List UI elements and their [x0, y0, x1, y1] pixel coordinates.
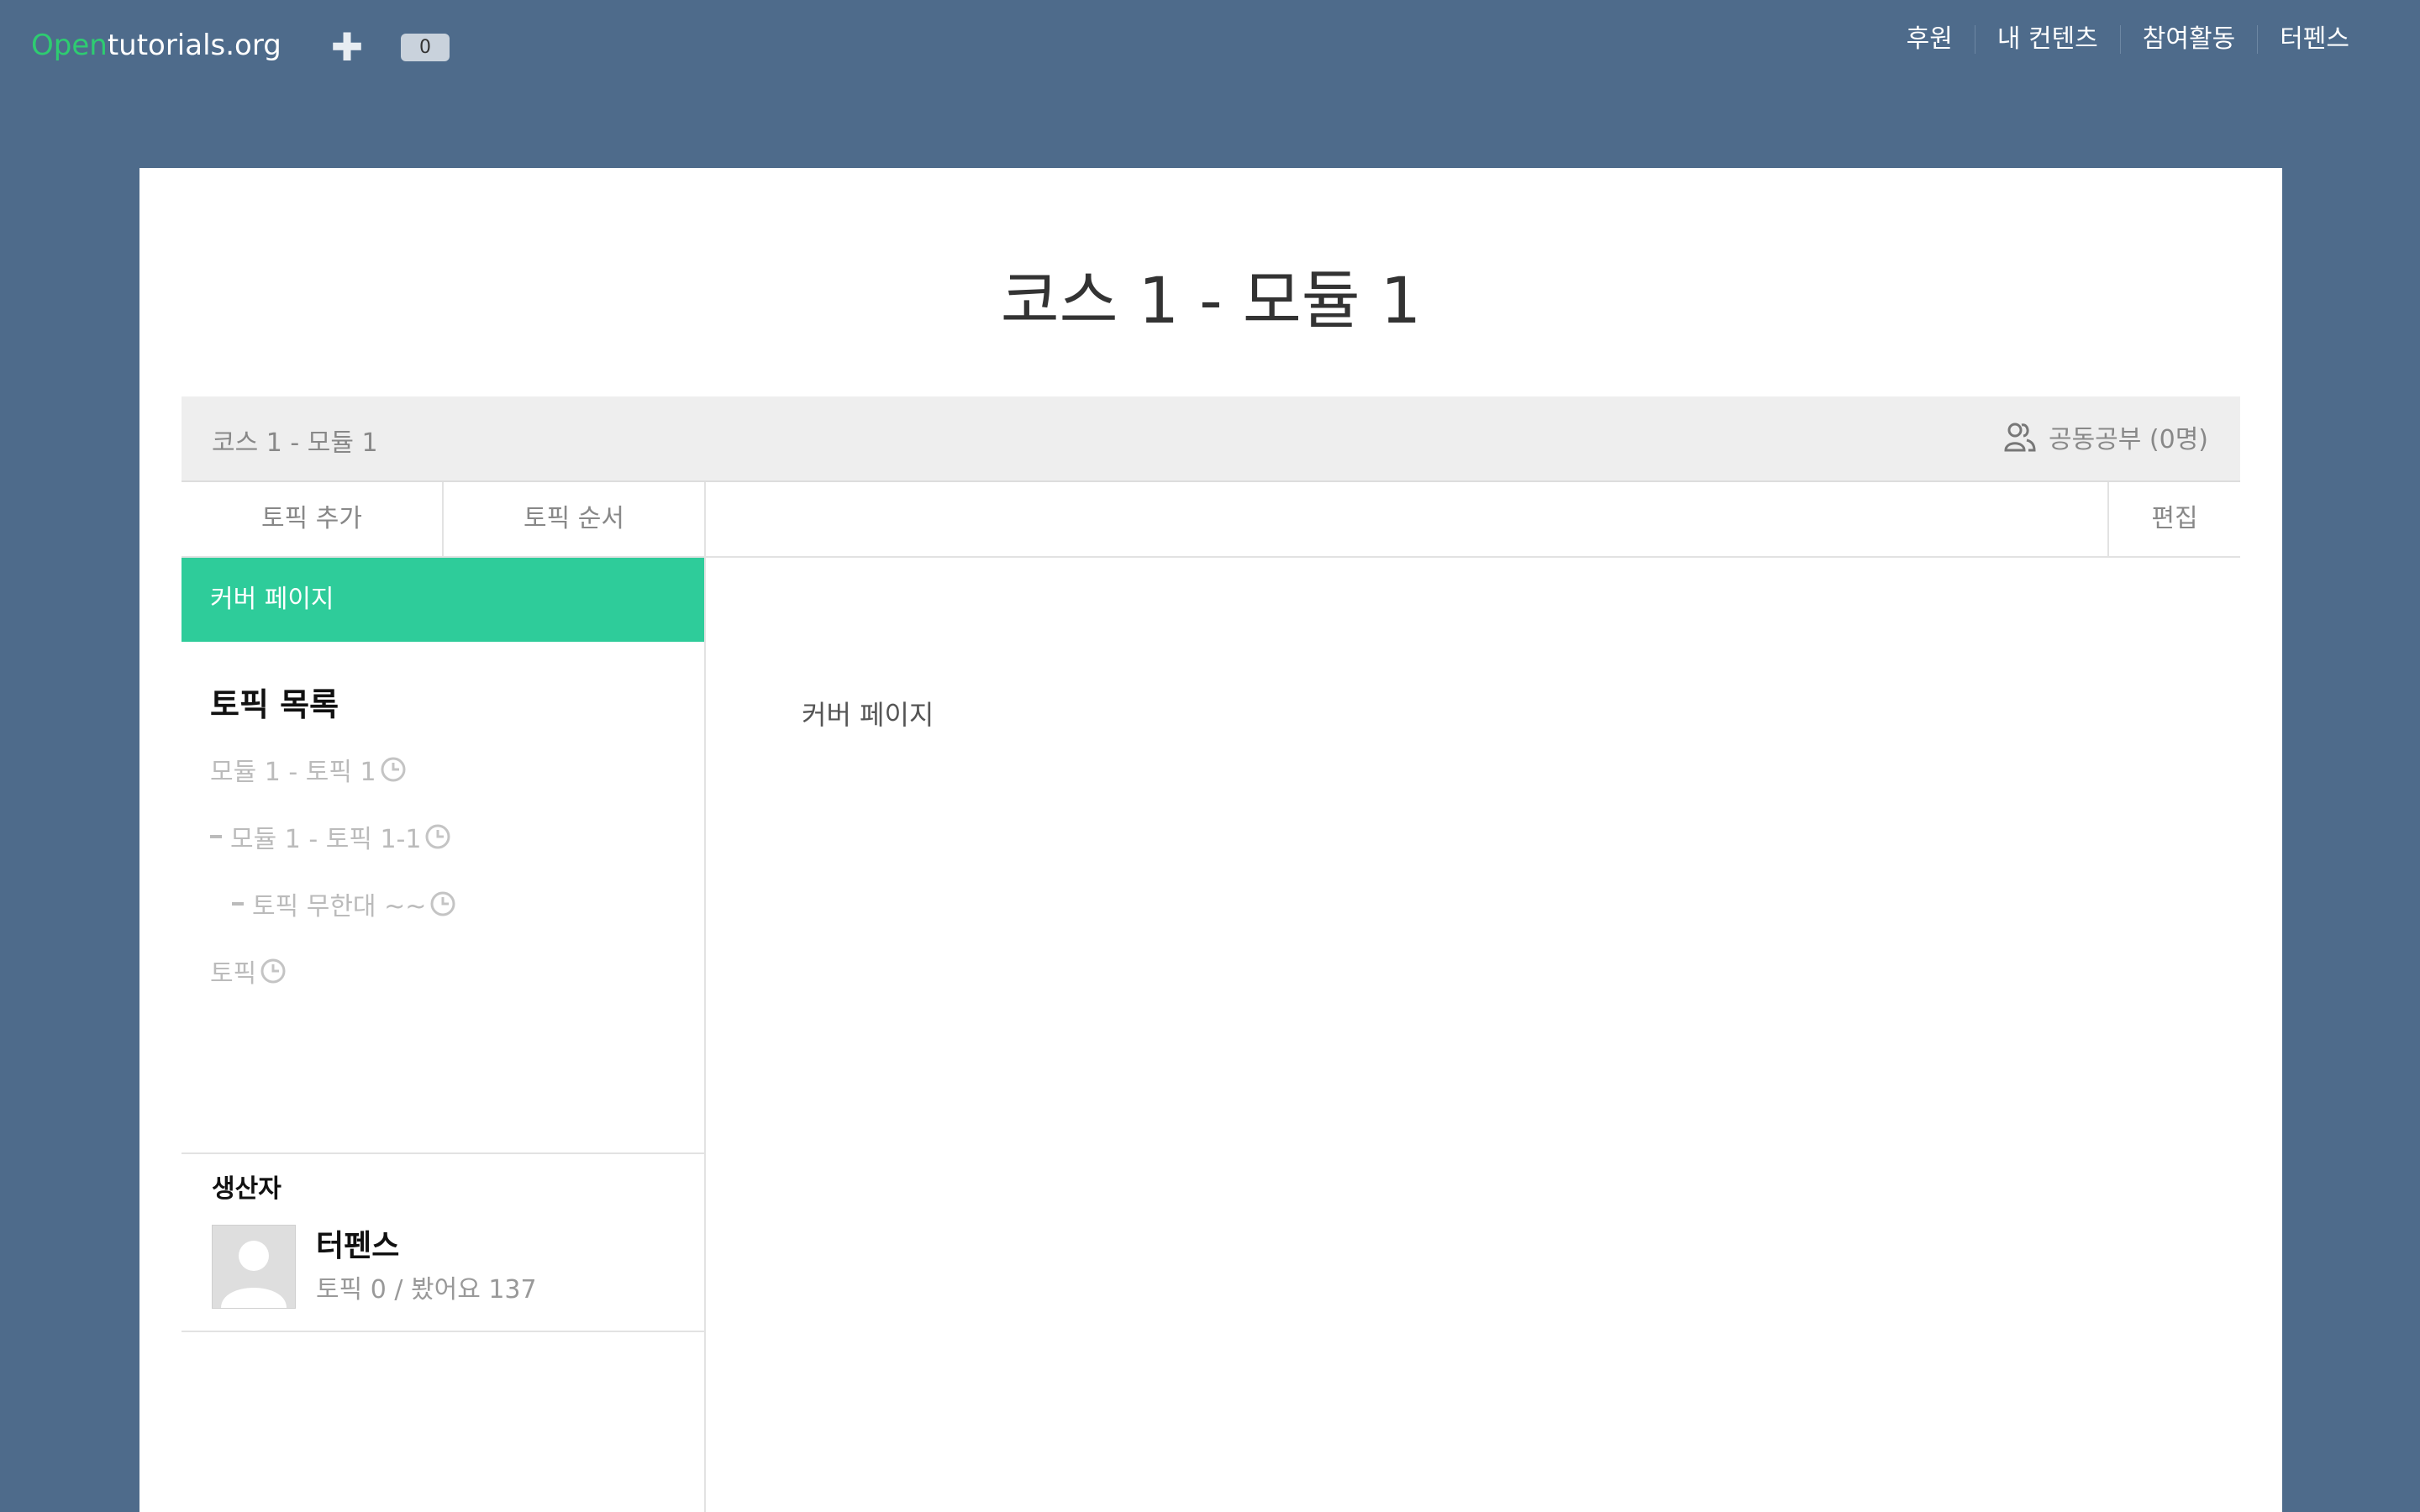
clock-icon: [430, 891, 455, 916]
topic-order-tab[interactable]: 토픽 순서: [444, 482, 706, 556]
nav-my-contents[interactable]: 내 컨텐츠: [1975, 20, 2120, 59]
clock-icon: [260, 958, 286, 984]
nav-activity[interactable]: 참여활동: [2121, 20, 2257, 59]
tab-bar: 토픽 추가 토픽 순서 편집: [182, 482, 2240, 558]
nav-user[interactable]: 터펜스: [2258, 20, 2371, 59]
site-logo[interactable]: Opentutorials.org: [31, 29, 281, 62]
default-avatar-icon: [213, 1226, 295, 1308]
topic-item[interactable]: 모듈 1 - 토픽 1: [210, 751, 407, 788]
creator-name[interactable]: 터펜스: [316, 1221, 399, 1265]
content-body-text: 커버 페이지: [802, 699, 934, 731]
topic-item[interactable]: 토픽: [210, 953, 287, 990]
creator-section: 생산자 터펜스 토픽 0 / 봤어요 137: [182, 1152, 704, 1332]
nav-sponsor[interactable]: 후원: [1885, 20, 1975, 59]
clock-icon: [425, 824, 450, 849]
topic-label: 토픽: [210, 959, 257, 989]
topic-label: 모듈 1 - 토픽 1: [210, 758, 376, 787]
cover-page-label: 커버 페이지: [210, 585, 334, 614]
cover-page-item[interactable]: 커버 페이지: [182, 558, 704, 642]
clock-icon: [381, 757, 406, 782]
users-icon: [2004, 423, 2036, 452]
topic-item[interactable]: 토픽 무한대 ~~: [232, 885, 456, 922]
logo-open-text: Open: [31, 29, 108, 62]
indent-dash: [232, 902, 244, 906]
study-together-button[interactable]: 공동공부 (0명): [2003, 418, 2208, 455]
study-label: 공동공부 (0명): [2048, 425, 2208, 454]
notification-counter[interactable]: 0: [401, 34, 450, 61]
page-title: 코스 1 - 모듈 1: [1000, 263, 1422, 338]
avatar[interactable]: [212, 1225, 296, 1309]
logo-rest-text: tutorials.org: [107, 29, 281, 62]
add-topic-tab[interactable]: 토픽 추가: [182, 482, 444, 556]
edit-tab[interactable]: 편집: [2107, 482, 2240, 556]
creator-stats: 토픽 0 / 봤어요 137: [316, 1275, 537, 1305]
indent-dash: [210, 835, 222, 838]
top-nav: 후원 내 컨텐츠 참여활동 터펜스: [1885, 20, 2371, 59]
topic-list-heading: 토픽 목록: [210, 686, 339, 723]
creator-heading: 생산자: [212, 1174, 281, 1204]
topic-item[interactable]: 모듈 1 - 토픽 1-1: [210, 818, 451, 855]
main-card: 코스 1 - 모듈 1 코스 1 - 모듈 1 공동공부 (0명) 토픽 추가 …: [139, 168, 2282, 1512]
topic-label: 모듈 1 - 토픽 1-1: [230, 825, 422, 854]
sidebar: 커버 페이지 토픽 목록 모듈 1 - 토픽 1 모듈 1 - 토픽 1-1 토…: [182, 558, 706, 1512]
add-icon[interactable]: ✚: [330, 28, 364, 66]
info-bar: 코스 1 - 모듈 1 공동공부 (0명): [182, 396, 2240, 482]
topic-label: 토픽 무한대 ~~: [252, 892, 427, 921]
breadcrumb: 코스 1 - 모듈 1: [212, 428, 378, 458]
